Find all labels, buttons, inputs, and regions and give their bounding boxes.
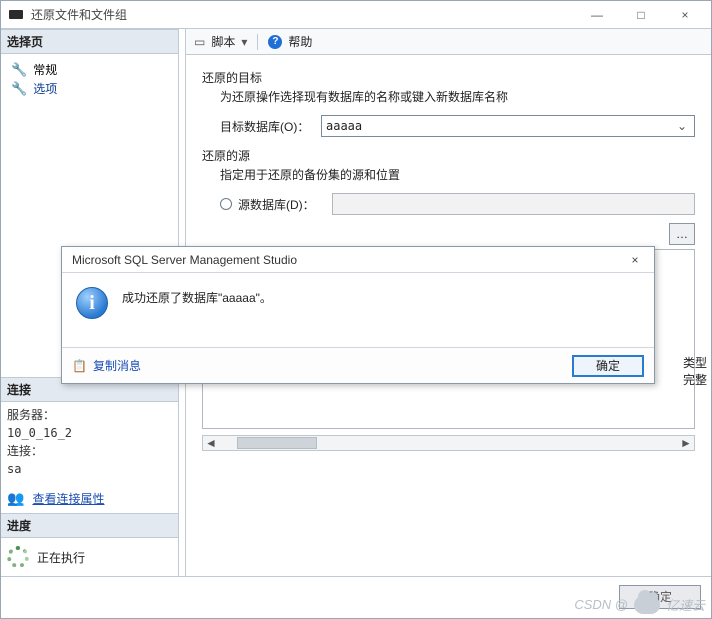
restore-target-title: 还原的目标 xyxy=(202,69,695,86)
progress-header: 进度 xyxy=(1,513,178,538)
source-db-row: 源数据库(D)： xyxy=(202,193,695,215)
people-icon: 👥 xyxy=(7,488,24,509)
window-controls: — □ × xyxy=(575,1,707,29)
help-button[interactable]: 帮助 xyxy=(288,33,312,50)
conn-label: 连接： xyxy=(7,442,172,460)
message-ok-button[interactable]: 确定 xyxy=(572,355,644,377)
source-db-radio[interactable] xyxy=(220,198,232,210)
titlebar: 还原文件和文件组 — □ × xyxy=(1,1,711,29)
source-db-label: 源数据库(D)： xyxy=(238,196,326,213)
toolbar: ▭ 脚本 ▾ ? 帮助 xyxy=(186,29,711,55)
copy-message-link[interactable]: 📋 复制消息 xyxy=(72,357,141,374)
app-icon xyxy=(9,10,23,19)
progress-section: 进度 正在执行 xyxy=(1,513,178,576)
connection-body: 服务器： 10_0_16_2 连接： sa 👥 查看连接属性 xyxy=(1,402,178,513)
browse-button[interactable]: … xyxy=(669,223,695,245)
target-db-combo[interactable]: aaaaa ⌄ xyxy=(321,115,695,137)
col-full-label: 完整 xyxy=(683,372,707,389)
col-type-label: 类型 xyxy=(683,355,707,372)
script-icon: ▭ xyxy=(194,35,205,49)
target-db-row: 目标数据库(O)： aaaaa ⌄ xyxy=(202,115,695,137)
copy-icon: 📋 xyxy=(72,359,87,373)
sidebar-item-general[interactable]: 🔧 常规 xyxy=(5,60,174,79)
progress-body: 正在执行 xyxy=(1,538,178,576)
select-pages-section: 选择页 🔧 常规 🔧 选项 xyxy=(1,29,178,104)
maximize-button[interactable]: □ xyxy=(619,1,663,29)
wrench-icon: 🔧 xyxy=(11,62,27,78)
server-label: 服务器： xyxy=(7,406,172,424)
toolbar-separator xyxy=(257,34,258,50)
info-icon: i xyxy=(76,287,108,319)
watermark-brand: 亿速云 xyxy=(666,595,705,614)
message-dialog-titlebar: Microsoft SQL Server Management Studio × xyxy=(62,247,654,273)
message-text: 成功还原了数据库"aaaaa"。 xyxy=(122,287,272,306)
restore-source-title: 还原的源 xyxy=(202,147,695,164)
script-button[interactable]: 脚本 xyxy=(211,33,235,50)
sidebar-item-label: 常规 xyxy=(33,61,57,78)
scroll-left-arrow[interactable]: ◄ xyxy=(203,436,219,450)
scroll-thumb[interactable] xyxy=(237,437,317,449)
restore-source-subtitle: 指定用于还原的备份集的源和位置 xyxy=(202,166,695,183)
horizontal-scrollbar[interactable]: ◄ ► xyxy=(202,435,695,451)
cloud-icon xyxy=(634,596,660,614)
message-dialog-title: Microsoft SQL Server Management Studio xyxy=(72,253,622,267)
conn-value: sa xyxy=(7,460,172,478)
wrench-icon: 🔧 xyxy=(11,81,27,97)
close-button[interactable]: × xyxy=(663,1,707,29)
scroll-right-arrow[interactable]: ► xyxy=(678,436,694,450)
watermark-csdn: CSDN @ xyxy=(574,597,628,612)
copy-message-label: 复制消息 xyxy=(93,357,141,374)
restore-dialog-window: 还原文件和文件组 — □ × 选择页 🔧 常规 🔧 选项 xyxy=(0,0,712,619)
message-dialog-close-button[interactable]: × xyxy=(622,250,648,270)
spinner-icon xyxy=(7,546,29,568)
source-db-disabled-input xyxy=(332,193,695,215)
connection-section: 连接 服务器： 10_0_16_2 连接： sa 👥 查看连接属性 xyxy=(1,377,178,513)
target-db-value: aaaaa xyxy=(326,119,674,133)
select-pages-body: 🔧 常规 🔧 选项 xyxy=(1,54,178,104)
restore-target-subtitle: 为还原操作选择现有数据库的名称或键入新数据库名称 xyxy=(202,88,695,105)
minimize-button[interactable]: — xyxy=(575,1,619,29)
sidebar-item-options[interactable]: 🔧 选项 xyxy=(5,79,174,98)
help-icon: ? xyxy=(268,35,282,49)
right-tags: 类型 完整 xyxy=(683,355,707,389)
message-dialog-footer: 📋 复制消息 确定 xyxy=(62,347,654,383)
view-connection-properties-link[interactable]: 查看连接属性 xyxy=(32,490,104,508)
chevron-down-icon[interactable]: ⌄ xyxy=(674,119,690,133)
script-arrow[interactable]: ▾ xyxy=(241,35,247,49)
progress-text: 正在执行 xyxy=(37,549,85,566)
message-dialog-body: i 成功还原了数据库"aaaaa"。 xyxy=(62,273,654,347)
message-dialog: Microsoft SQL Server Management Studio ×… xyxy=(61,246,655,384)
window-title: 还原文件和文件组 xyxy=(31,6,575,23)
watermark: CSDN @ 亿速云 xyxy=(574,595,705,614)
target-db-label: 目标数据库(O)： xyxy=(220,118,315,135)
sidebar-item-label: 选项 xyxy=(33,80,57,97)
server-value: 10_0_16_2 xyxy=(7,424,172,442)
select-pages-header: 选择页 xyxy=(1,29,178,54)
